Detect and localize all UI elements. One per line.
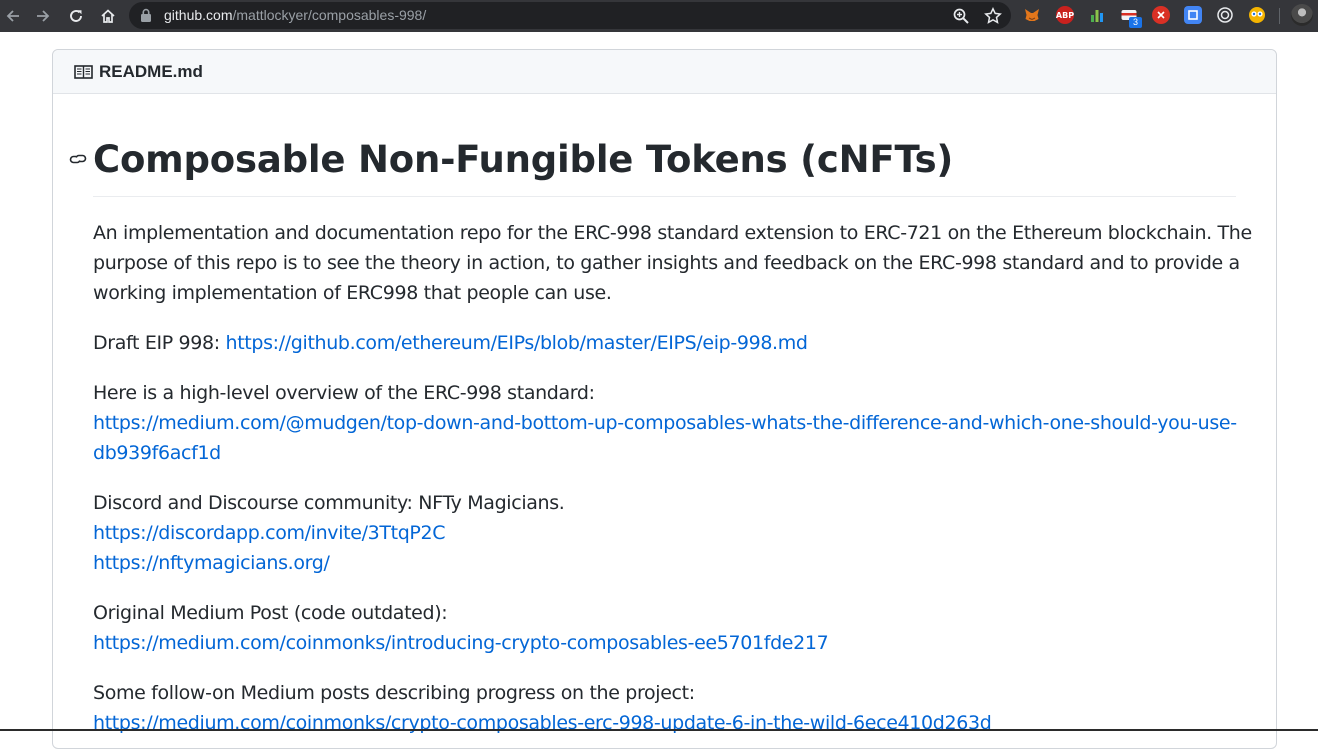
url-text[interactable]: github.com/mattlockyer/composables-998/ <box>164 7 426 24</box>
overview-link-line-1: https://medium.com/@mudgen/top-down-and-… <box>93 412 1237 434</box>
community-paragraph: Discord and Discourse community: NFTy Ma… <box>93 488 1236 578</box>
target-extension-icon[interactable] <box>1216 6 1234 24</box>
back-icon <box>6 10 19 22</box>
followon-label: Some follow-on Medium posts describing p… <box>93 682 695 704</box>
address-bar[interactable]: github.com/mattlockyer/composables-998/ <box>129 2 1011 29</box>
intro-line-1: An implementation and documentation repo… <box>93 222 1252 244</box>
home-button[interactable] <box>96 4 120 28</box>
draft-eip-paragraph: Draft EIP 998: https://github.com/ethere… <box>93 328 1236 358</box>
fox-icon <box>1025 9 1039 21</box>
nftymagicians-link[interactable]: https://nftymagicians.org/ <box>93 548 1236 578</box>
readme-filename: README.md <box>99 62 203 81</box>
owl-icon <box>1249 7 1265 23</box>
zoom-icon[interactable] <box>952 7 970 25</box>
back-button[interactable] <box>1 4 25 28</box>
draft-eip-label: Draft EIP 998: <box>93 332 226 354</box>
reload-icon <box>70 10 82 22</box>
abp-label: ABP <box>1055 10 1075 20</box>
owl-extension-icon[interactable] <box>1248 6 1266 24</box>
x-mark-icon <box>1157 11 1165 19</box>
bracket-icon <box>1188 10 1198 20</box>
browser-toolbar: github.com/mattlockyer/composables-998/ … <box>0 0 1318 32</box>
target-icon <box>1217 7 1233 23</box>
url-host: github.com <box>164 7 233 23</box>
overview-link-continued[interactable]: db939f6acf1d <box>93 438 1236 468</box>
forward-button[interactable] <box>31 4 55 28</box>
bar-chart-icon <box>1091 10 1103 22</box>
page-title: Composable Non-Fungible Tokens (cNFTs) <box>93 128 1236 197</box>
overview-paragraph: Here is a high-level overview of the ERC… <box>93 378 1237 468</box>
followon-link[interactable]: https://medium.com/coinmonks/crypto-comp… <box>93 708 1236 738</box>
link-anchor-icon[interactable] <box>68 150 88 168</box>
lock-icon <box>141 8 151 22</box>
overview-link-line-2: db939f6acf1d <box>93 442 221 464</box>
reload-button[interactable] <box>64 4 88 28</box>
home-icon <box>101 9 115 23</box>
url-path: /mattlockyer/composables-998/ <box>232 7 427 23</box>
red-extension-icon[interactable] <box>1152 6 1170 24</box>
book-icon <box>74 65 93 79</box>
metamask-extension-icon[interactable] <box>1023 6 1041 24</box>
chart-extension-icon[interactable] <box>1088 6 1106 24</box>
intro-paragraph: An implementation and documentation repo… <box>93 218 1252 308</box>
blue-extension-icon[interactable] <box>1184 6 1202 24</box>
adblock-extension-icon[interactable]: ABP <box>1056 6 1074 24</box>
draft-eip-link[interactable]: https://github.com/ethereum/EIPs/blob/ma… <box>226 332 808 354</box>
original-post-paragraph: Original Medium Post (code outdated): ht… <box>93 598 1236 658</box>
original-post-label: Original Medium Post (code outdated): <box>93 602 448 624</box>
intro-line-3: working implementation of ERC998 that pe… <box>93 282 612 304</box>
overview-link[interactable]: https://medium.com/@mudgen/top-down-and-… <box>93 408 1237 438</box>
intro-line-2: purpose of this repo is to see the theor… <box>93 252 1240 274</box>
bookmark-star-icon[interactable] <box>984 7 1002 25</box>
overview-label: Here is a high-level overview of the ERC… <box>93 382 595 404</box>
readme-header: README.md <box>53 50 1276 94</box>
discord-link[interactable]: https://discordapp.com/invite/3TtqP2C <box>93 518 1236 548</box>
toolbar-separator <box>1279 8 1280 24</box>
forward-icon <box>37 10 50 22</box>
community-label: Discord and Discourse community: NFTy Ma… <box>93 492 565 514</box>
original-post-link[interactable]: https://medium.com/coinmonks/introducing… <box>93 628 1236 658</box>
profile-avatar[interactable] <box>1291 4 1313 26</box>
readme-article: Composable Non-Fungible Tokens (cNFTs) A… <box>93 128 1252 734</box>
extension-badge-count: 3 <box>1129 17 1142 28</box>
